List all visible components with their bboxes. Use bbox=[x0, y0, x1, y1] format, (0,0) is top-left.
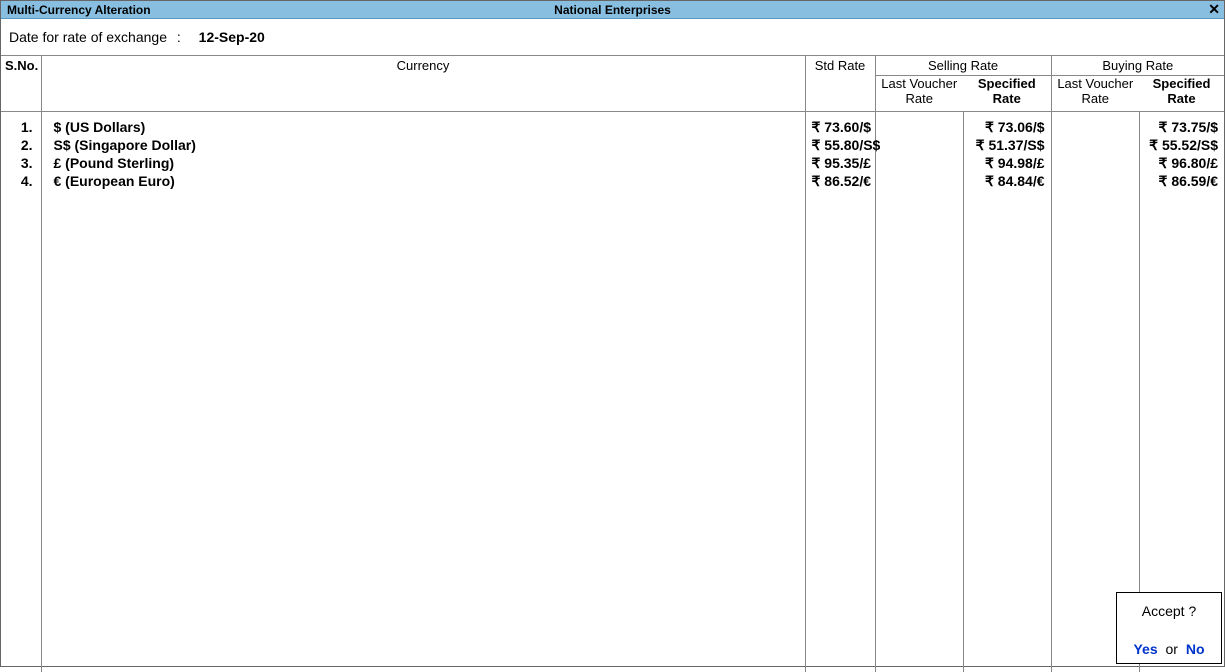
sell-lv-rate bbox=[882, 172, 957, 190]
std-rate[interactable]: ₹ 55.80/S$ bbox=[812, 136, 869, 154]
col-sell-last-voucher: Last Voucher Rate bbox=[875, 76, 963, 112]
accept-no-button[interactable]: No bbox=[1186, 641, 1205, 657]
sell-lv-rate bbox=[882, 154, 957, 172]
date-row: Date for rate of exchange : 12-Sep-20 bbox=[1, 19, 1224, 55]
sell-sp-column: ₹ 73.06/$ ₹ 51.37/S$ ₹ 94.98/£ ₹ 84.84/€ bbox=[963, 112, 1051, 672]
sell-sp-rate[interactable]: ₹ 84.84/€ bbox=[970, 172, 1045, 190]
currency-name[interactable]: $ (US Dollars) bbox=[54, 118, 799, 136]
sell-lv-rate bbox=[882, 136, 957, 154]
col-selling-rate: Selling Rate bbox=[875, 56, 1051, 76]
accept-or: or bbox=[1162, 641, 1182, 657]
date-colon: : bbox=[171, 29, 195, 45]
currency-column: $ (US Dollars) S$ (Singapore Dollar) £ (… bbox=[41, 112, 805, 672]
currency-name[interactable]: € (European Euro) bbox=[54, 172, 799, 190]
col-sell-specified: Specified Rate bbox=[963, 76, 1051, 112]
rates-table-wrap: S.No. Currency Std Rate Selling Rate Buy… bbox=[1, 55, 1224, 672]
sell-lv-rate bbox=[882, 118, 957, 136]
sell-lv-column bbox=[875, 112, 963, 672]
col-buy-last-voucher: Last Voucher Rate bbox=[1051, 76, 1139, 112]
buy-sp-column: ₹ 73.75/$ ₹ 55.52/S$ ₹ 96.80/£ ₹ 86.59/€ bbox=[1139, 112, 1224, 672]
buy-lv-column bbox=[1051, 112, 1139, 672]
buy-lv-rate bbox=[1058, 172, 1133, 190]
currency-name[interactable]: £ (Pound Sterling) bbox=[54, 154, 799, 172]
buy-sp-rate[interactable]: ₹ 73.75/$ bbox=[1146, 118, 1219, 136]
multicurrency-window: Multi-Currency Alteration National Enter… bbox=[0, 0, 1225, 667]
date-value[interactable]: 12-Sep-20 bbox=[199, 29, 265, 45]
sno: 1. bbox=[7, 118, 33, 136]
col-buy-specified: Specified Rate bbox=[1139, 76, 1224, 112]
sell-sp-rate[interactable]: ₹ 73.06/$ bbox=[970, 118, 1045, 136]
buy-sp-rate[interactable]: ₹ 55.52/S$ bbox=[1146, 136, 1219, 154]
sno-column: 1. 2. 3. 4. bbox=[1, 112, 41, 672]
company-name: National Enterprises bbox=[554, 3, 671, 17]
std-rate[interactable]: ₹ 73.60/$ bbox=[812, 118, 869, 136]
buy-sp-rate[interactable]: ₹ 86.59/€ bbox=[1146, 172, 1219, 190]
std-rate[interactable]: ₹ 95.35/£ bbox=[812, 154, 869, 172]
accept-question: Accept ? bbox=[1117, 603, 1221, 619]
col-sno: S.No. bbox=[1, 56, 41, 112]
close-icon[interactable]: ✕ bbox=[1208, 2, 1220, 16]
date-label: Date for rate of exchange bbox=[9, 29, 167, 45]
window-title: Multi-Currency Alteration bbox=[7, 3, 151, 17]
sno: 2. bbox=[7, 136, 33, 154]
col-std-rate: Std Rate bbox=[805, 56, 875, 112]
sno: 3. bbox=[7, 154, 33, 172]
buy-lv-rate bbox=[1058, 154, 1133, 172]
buy-sp-rate[interactable]: ₹ 96.80/£ bbox=[1146, 154, 1219, 172]
buy-lv-rate bbox=[1058, 136, 1133, 154]
col-buying-rate: Buying Rate bbox=[1051, 56, 1224, 76]
accept-yes-button[interactable]: Yes bbox=[1133, 641, 1157, 657]
sell-sp-rate[interactable]: ₹ 51.37/S$ bbox=[970, 136, 1045, 154]
buy-lv-rate bbox=[1058, 118, 1133, 136]
std-rate[interactable]: ₹ 86.52/€ bbox=[812, 172, 869, 190]
sell-sp-rate[interactable]: ₹ 94.98/£ bbox=[970, 154, 1045, 172]
title-bar: Multi-Currency Alteration National Enter… bbox=[1, 1, 1224, 19]
sno: 4. bbox=[7, 172, 33, 190]
col-currency: Currency bbox=[41, 56, 805, 112]
std-rate-column: ₹ 73.60/$ ₹ 55.80/S$ ₹ 95.35/£ ₹ 86.52/€ bbox=[805, 112, 875, 672]
rates-table: S.No. Currency Std Rate Selling Rate Buy… bbox=[1, 56, 1224, 672]
accept-dialog: Accept ? Yes or No bbox=[1116, 592, 1222, 664]
table-body-row: 1. 2. 3. 4. $ (US Dollars) S$ (Singapore… bbox=[1, 112, 1224, 672]
currency-name[interactable]: S$ (Singapore Dollar) bbox=[54, 136, 799, 154]
